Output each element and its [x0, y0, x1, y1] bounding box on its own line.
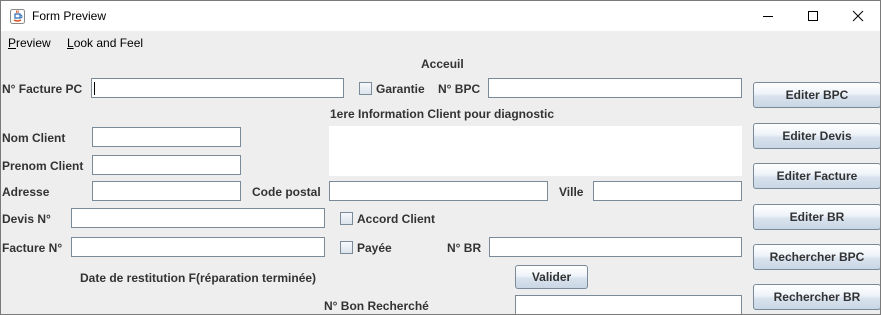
editer-facture-button[interactable]: Editer Facture — [753, 163, 880, 189]
section-title: Acceuil — [421, 57, 464, 71]
valider-button[interactable]: Valider — [515, 265, 588, 289]
bpc-input[interactable] — [488, 78, 742, 98]
menu-bar: Preview Look and Feel — [1, 31, 880, 53]
prenom-label: Prenom Client — [2, 159, 84, 173]
payee-checkbox[interactable] — [340, 241, 353, 254]
close-icon — [852, 10, 864, 22]
nom-label: Nom Client — [2, 131, 66, 145]
editer-br-button[interactable]: Editer BR — [753, 204, 880, 230]
form-preview-window: Form Preview Preview Look and Feel Acceu… — [0, 0, 881, 315]
facture-pc-input[interactable] — [91, 78, 344, 98]
minimize-button[interactable] — [745, 1, 791, 31]
devis-input[interactable] — [71, 208, 325, 228]
devis-label: Devis N° — [2, 212, 51, 226]
payee-label: Payée — [357, 241, 392, 255]
menu-look-and-feel[interactable]: Look and Feel — [67, 36, 143, 50]
client-info-textarea[interactable] — [329, 126, 742, 176]
br-input[interactable] — [489, 237, 742, 257]
ville-input[interactable] — [593, 181, 742, 201]
text-caret — [94, 82, 95, 95]
br-label: N° BR — [447, 241, 482, 255]
maximize-icon — [808, 11, 818, 21]
garantie-label: Garantie — [376, 82, 425, 96]
nom-input[interactable] — [92, 127, 241, 147]
title-bar: Form Preview — [1, 1, 880, 31]
restitution-label: Date de restitution F(réparation terminé… — [80, 271, 317, 285]
code-postal-label: Code postal — [252, 185, 321, 199]
facture-label: Facture N° — [2, 241, 63, 255]
prenom-input[interactable] — [92, 155, 241, 175]
adresse-input[interactable] — [92, 181, 241, 201]
code-postal-input[interactable] — [329, 181, 548, 201]
rechercher-br-button[interactable]: Rechercher BR — [753, 284, 880, 310]
close-button[interactable] — [835, 1, 880, 31]
facture-input[interactable] — [71, 237, 325, 257]
editer-devis-button[interactable]: Editer Devis — [753, 123, 880, 149]
facture-pc-label: N° Facture PC — [2, 82, 83, 96]
bon-recherche-input[interactable] — [515, 295, 742, 314]
ville-label: Ville — [559, 185, 584, 199]
adresse-label: Adresse — [2, 185, 50, 199]
rechercher-bpc-button[interactable]: Rechercher BPC — [753, 244, 880, 270]
editer-bpc-button[interactable]: Editer BPC — [753, 82, 880, 108]
accord-client-checkbox[interactable] — [340, 212, 353, 225]
accord-client-label: Accord Client — [357, 212, 436, 226]
bon-recherche-label: N° Bon Recherché — [324, 299, 429, 313]
java-app-icon — [10, 9, 25, 24]
garantie-checkbox[interactable] — [359, 82, 372, 95]
client-info-title: 1ere Information Client pour diagnostic — [330, 107, 555, 121]
menu-preview[interactable]: Preview — [8, 36, 51, 50]
maximize-button[interactable] — [790, 1, 836, 31]
minimize-icon — [763, 16, 773, 17]
window-title: Form Preview — [32, 9, 107, 23]
bpc-label: N° BPC — [438, 82, 481, 96]
